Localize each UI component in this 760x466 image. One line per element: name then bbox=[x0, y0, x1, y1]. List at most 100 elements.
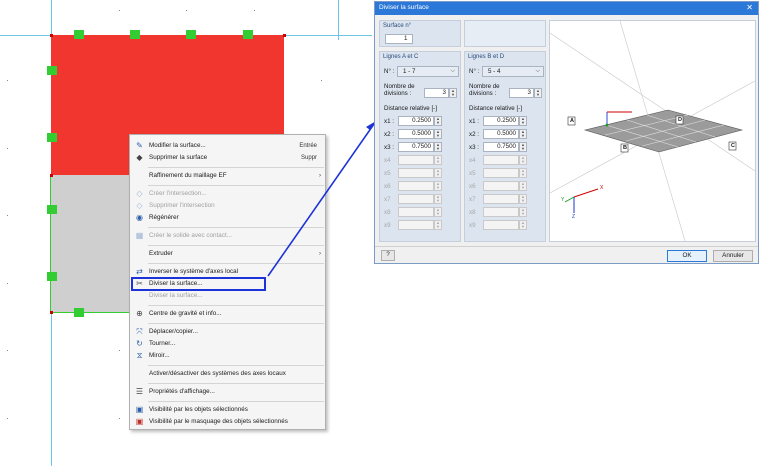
menu-item-move-copy[interactable]: ⤧ Déplacer/copier... bbox=[130, 326, 325, 338]
ac-x9-spinner[interactable]: ▲ ▼ bbox=[434, 220, 442, 230]
regenerate-icon: ◉ bbox=[136, 213, 143, 222]
ok-button[interactable]: OK bbox=[667, 250, 707, 262]
bd-x6-input[interactable] bbox=[483, 181, 519, 191]
line-node[interactable] bbox=[74, 30, 84, 39]
bd-x3-spinner[interactable]: ▲ ▼ bbox=[519, 142, 527, 152]
menu-item-divide-surface-alt[interactable]: Diviser la surface... bbox=[130, 290, 325, 302]
grid-point bbox=[7, 418, 8, 419]
lines-bd-header: Lignes B et D bbox=[468, 54, 505, 60]
bd-x3-input[interactable]: 0.7500 bbox=[483, 142, 519, 152]
ac-row-label: x1 : bbox=[384, 118, 394, 125]
line-node[interactable] bbox=[186, 30, 196, 39]
ac-x1-spinner[interactable]: ▲ ▼ bbox=[434, 116, 442, 126]
grid-point bbox=[7, 215, 8, 216]
surface-number-group: Surface n° 1 bbox=[379, 20, 461, 47]
menu-item-toggle-local-axes[interactable]: Activer/désactiver des systèmes des axes… bbox=[130, 368, 325, 380]
lines-ac-divisions-spinner[interactable]: ▲ ▼ bbox=[449, 88, 457, 98]
close-icon[interactable]: ✕ bbox=[746, 3, 753, 12]
lines-bd-divisions-input[interactable]: 3 bbox=[509, 88, 534, 98]
bd-x7-spinner[interactable]: ▲ ▼ bbox=[519, 194, 527, 204]
ac-x7-input[interactable] bbox=[398, 194, 434, 204]
ac-x9-input[interactable] bbox=[398, 220, 434, 230]
ac-x6-spinner[interactable]: ▲ ▼ bbox=[434, 181, 442, 191]
dialog-title: Diviser la surface bbox=[379, 4, 429, 11]
ac-x6-input[interactable] bbox=[398, 181, 434, 191]
menu-separator bbox=[148, 401, 324, 402]
bd-x8-input[interactable] bbox=[483, 207, 519, 217]
ac-row-label: x9 bbox=[384, 222, 391, 229]
surface-grey[interactable] bbox=[51, 175, 131, 313]
surface-number-input[interactable]: 1 bbox=[385, 34, 413, 44]
bd-x9-spinner[interactable]: ▲ ▼ bbox=[519, 220, 527, 230]
grid-point bbox=[119, 10, 120, 11]
surface-number-label: Surface n° bbox=[383, 23, 412, 29]
corner-node[interactable] bbox=[50, 174, 53, 177]
line-node[interactable] bbox=[130, 30, 140, 39]
preview-svg bbox=[549, 20, 756, 242]
bd-x1-input[interactable]: 0.2500 bbox=[483, 116, 519, 126]
line-node[interactable] bbox=[243, 30, 253, 39]
bd-x4-spinner[interactable]: ▲ ▼ bbox=[519, 155, 527, 165]
bd-x2-input[interactable]: 0.5000 bbox=[483, 129, 519, 139]
ac-x5-spinner[interactable]: ▲ ▼ bbox=[434, 168, 442, 178]
line-node[interactable] bbox=[47, 205, 57, 214]
menu-separator bbox=[148, 305, 324, 306]
bd-x9-input[interactable] bbox=[483, 220, 519, 230]
ac-row-label: x2 : bbox=[384, 131, 394, 138]
surface-preview[interactable]: A B C D X Y Z bbox=[549, 20, 756, 242]
grid-point bbox=[7, 350, 8, 351]
grid-point bbox=[119, 418, 120, 419]
ac-x8-input[interactable] bbox=[398, 207, 434, 217]
menu-item-visibility-selected[interactable]: ▣ Visibilité par les objets sélectionnés bbox=[130, 404, 325, 416]
corner-node[interactable] bbox=[283, 34, 286, 37]
edit-surface-icon: ✎ bbox=[136, 141, 143, 150]
cancel-button[interactable]: Annuler bbox=[713, 250, 753, 262]
ac-x3-spinner[interactable]: ▲ ▼ bbox=[434, 142, 442, 152]
help-button[interactable]: ? bbox=[381, 250, 395, 261]
bd-x8-spinner[interactable]: ▲ ▼ bbox=[519, 207, 527, 217]
ac-x2-input[interactable]: 0.5000 bbox=[398, 129, 434, 139]
corner-node[interactable] bbox=[50, 34, 53, 37]
bd-x5-input[interactable] bbox=[483, 168, 519, 178]
lines-ac-group: Lignes A et C N° : 1 - 7 ⌵ Nombre de div… bbox=[379, 51, 461, 242]
bd-x4-input[interactable] bbox=[483, 155, 519, 165]
edge-label-a: A bbox=[570, 118, 574, 124]
ac-x4-input[interactable] bbox=[398, 155, 434, 165]
menu-item-visibility-hide[interactable]: ▣ Visibilité par le masquage des objets … bbox=[130, 416, 325, 428]
diagonal-axis-line bbox=[338, 0, 339, 40]
bd-row-label: x1 : bbox=[469, 118, 479, 125]
ac-x8-spinner[interactable]: ▲ ▼ bbox=[434, 207, 442, 217]
bd-x2-spinner[interactable]: ▲ ▼ bbox=[519, 129, 527, 139]
lines-bd-divisions-spinner[interactable]: ▲ ▼ bbox=[534, 88, 542, 98]
lines-ac-divisions-input[interactable]: 3 bbox=[424, 88, 449, 98]
lines-bd-select[interactable]: 5 - 4 ⌵ bbox=[482, 66, 544, 77]
bd-x5-spinner[interactable]: ▲ ▼ bbox=[519, 168, 527, 178]
grid-point bbox=[7, 80, 8, 81]
chevron-down-icon: ⌵ bbox=[535, 68, 540, 74]
lines-ac-select[interactable]: 1 - 7 ⌵ bbox=[397, 66, 459, 77]
lines-ac-divisions-label-2: divisions : bbox=[384, 90, 412, 97]
menu-item-mirror[interactable]: ⧖ Miroir... bbox=[130, 350, 325, 362]
line-node[interactable] bbox=[47, 66, 57, 75]
line-node[interactable] bbox=[74, 308, 84, 317]
ac-x5-input[interactable] bbox=[398, 168, 434, 178]
menu-item-center-gravity[interactable]: ⊕ Centre de gravité et info... bbox=[130, 308, 325, 320]
bd-row-label: x8 bbox=[469, 209, 476, 216]
ac-x4-spinner[interactable]: ▲ ▼ bbox=[434, 155, 442, 165]
line-node[interactable] bbox=[47, 272, 57, 281]
corner-node[interactable] bbox=[50, 311, 53, 314]
bd-x7-input[interactable] bbox=[483, 194, 519, 204]
line-node[interactable] bbox=[47, 133, 57, 142]
menu-item-display-properties[interactable]: ☰ Propriétés d'affichage... bbox=[130, 386, 325, 398]
bd-x6-spinner[interactable]: ▲ ▼ bbox=[519, 181, 527, 191]
ac-x1-input[interactable]: 0.2500 bbox=[398, 116, 434, 126]
ac-x2-spinner[interactable]: ▲ ▼ bbox=[434, 129, 442, 139]
delete-intersection-icon: ◇ bbox=[136, 201, 143, 210]
bd-x1-spinner[interactable]: ▲ ▼ bbox=[519, 116, 527, 126]
menu-item-rotate[interactable]: ↻ Tourner... bbox=[130, 338, 325, 350]
ac-x3-input[interactable]: 0.7500 bbox=[398, 142, 434, 152]
bd-row-label: x4 bbox=[469, 157, 476, 164]
ac-x7-spinner[interactable]: ▲ ▼ bbox=[434, 194, 442, 204]
ac-row-label: x3 : bbox=[384, 144, 394, 151]
lines-bd-distance-label: Distance relative [-] bbox=[469, 105, 522, 112]
